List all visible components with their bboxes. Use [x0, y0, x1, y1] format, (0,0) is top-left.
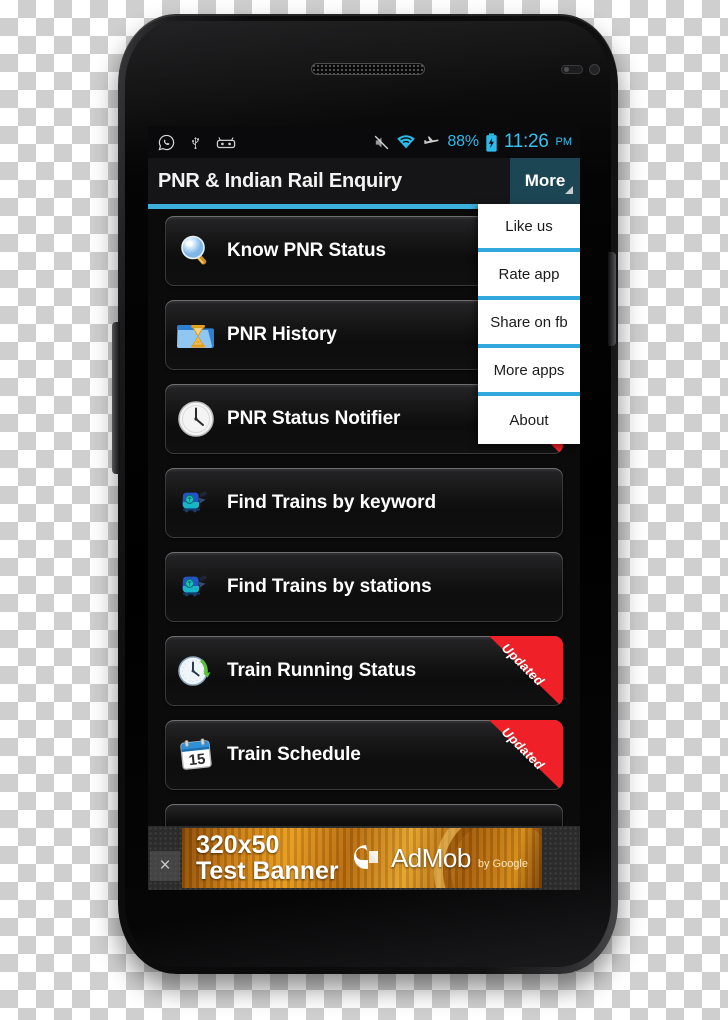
- ad-text-block: 320x50 Test Banner: [182, 832, 339, 884]
- clock-label: 11:26: [503, 131, 549, 152]
- ad-close-button[interactable]: ×: [150, 851, 180, 881]
- menu-item-label: Like us: [505, 217, 553, 235]
- app-title-bar: PNR & Indian Rail Enquiry More: [148, 158, 580, 204]
- overflow-menu: Like us Rate app Share on fb More apps A…: [478, 204, 580, 444]
- menu-item-like-us[interactable]: Like us: [478, 204, 580, 252]
- admob-logo-icon: [350, 841, 384, 875]
- more-button-label: More: [524, 171, 566, 190]
- android-head-icon: [216, 135, 236, 150]
- wifi-icon: [396, 134, 416, 150]
- battery-percent-label: 88%: [447, 133, 479, 150]
- page-title: PNR & Indian Rail Enquiry: [158, 169, 402, 192]
- clock-ampm-label: PM: [555, 136, 573, 148]
- calendar-15-icon: 15: [165, 737, 227, 773]
- ad-banner-container: × 320x50 Test Banner AdMob by Google: [148, 826, 580, 890]
- clock-icon: [165, 400, 227, 438]
- menu-item-label: About: [509, 411, 549, 429]
- clock-refresh-icon: [165, 652, 227, 690]
- menu-item-more-apps[interactable]: More apps: [478, 348, 580, 396]
- list-item-label: Train Running Status: [227, 660, 417, 681]
- menu-item-share-on-fb[interactable]: Share on fb: [478, 300, 580, 348]
- earpiece-speaker-icon: [311, 63, 425, 75]
- menu-item-rate-app[interactable]: Rate app: [478, 252, 580, 300]
- list-item-label: Know PNR Status: [227, 240, 386, 261]
- list-item-label: Find Trains by stations: [227, 576, 432, 597]
- light-sensor-icon: [589, 64, 600, 75]
- magnifier-icon: [165, 233, 227, 269]
- train-icon: [165, 571, 227, 603]
- caret-down-icon: [565, 186, 573, 194]
- folder-hourglass-icon: [165, 318, 227, 352]
- list-item-find-trains-by-keyword[interactable]: Find Trains by keyword: [165, 468, 563, 538]
- battery-charging-icon: [485, 132, 498, 152]
- list-item-find-trains-by-stations[interactable]: Find Trains by stations: [165, 552, 563, 622]
- menu-item-label: Rate app: [498, 265, 560, 283]
- proximity-sensor-icon: [561, 65, 583, 74]
- status-bar-notifications: [158, 134, 236, 151]
- menu-item-label: More apps: [493, 361, 565, 379]
- ad-size-label: 320x50: [196, 831, 280, 859]
- menu-item-about[interactable]: About: [478, 396, 580, 444]
- updated-ribbon-label: Updated: [498, 640, 548, 689]
- menu-item-label: Share on fb: [490, 313, 568, 331]
- ad-banner[interactable]: 320x50 Test Banner AdMob by Google: [182, 828, 542, 888]
- updated-ribbon: Updated: [489, 720, 563, 790]
- admob-logo: AdMob by Google: [350, 841, 542, 875]
- admob-wordmark: AdMob: [390, 842, 471, 873]
- status-bar: 88% 11:26 PM: [148, 126, 580, 158]
- list-item-label: Train Schedule: [227, 744, 361, 765]
- whatsapp-icon: [158, 134, 175, 151]
- updated-ribbon: Updated: [489, 636, 563, 706]
- list-item-label: Find Trains by keyword: [227, 492, 436, 513]
- svg-text:15: 15: [188, 751, 206, 770]
- list-item-train-running-status[interactable]: Train Running Status Updated: [165, 636, 563, 706]
- mute-icon: [373, 134, 390, 151]
- airplane-mode-icon: [422, 134, 441, 151]
- phone-screen: 88% 11:26 PM PNR & Indian Rail Enquiry M…: [148, 126, 580, 890]
- ad-subtitle-label: Test Banner: [196, 857, 339, 885]
- train-icon: [165, 487, 227, 519]
- power-button[interactable]: [608, 252, 616, 346]
- list-item-train-schedule[interactable]: 15 Train Schedule Updated: [165, 720, 563, 790]
- volume-rocker-button[interactable]: [112, 322, 120, 474]
- status-bar-system-icons: 88% 11:26 PM: [373, 131, 572, 153]
- usb-icon: [188, 134, 203, 151]
- list-item-label: PNR Status Notifier: [227, 408, 401, 429]
- list-item-label: PNR History: [227, 324, 337, 345]
- updated-ribbon-label: Updated: [498, 724, 548, 773]
- admob-by-google-label: by Google: [477, 858, 528, 870]
- more-button[interactable]: More: [510, 158, 580, 204]
